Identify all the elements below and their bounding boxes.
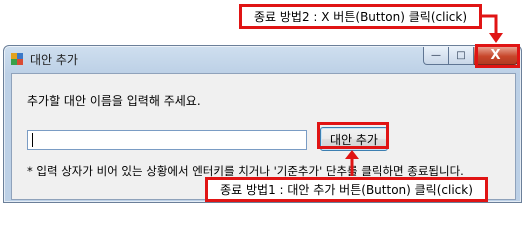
add-button-highlight xyxy=(317,122,389,149)
maximize-icon: □ xyxy=(456,50,466,61)
prompt-label: 추가할 대안 이름을 입력해 주세요. xyxy=(27,94,201,108)
minimize-button[interactable]: — xyxy=(423,47,449,65)
window-title: 대안 추가 xyxy=(30,53,78,67)
annotation-close-method-2: 종료 방법2 : X 버튼(Button) 클릭(click) xyxy=(239,4,482,29)
title-bar[interactable]: 대안 추가 — □ X xyxy=(4,46,521,72)
text-caret xyxy=(32,133,33,147)
app-icon xyxy=(11,53,23,65)
annotation-arrow-top xyxy=(482,14,503,43)
minimize-icon: — xyxy=(431,50,441,61)
alternative-name-input[interactable] xyxy=(27,130,307,150)
maximize-button[interactable]: □ xyxy=(449,47,474,65)
close-button-highlight xyxy=(475,44,520,68)
annotation-close-method-1: 종료 방법1 : 대안 추가 버튼(Button) 클릭(click) xyxy=(205,177,488,202)
